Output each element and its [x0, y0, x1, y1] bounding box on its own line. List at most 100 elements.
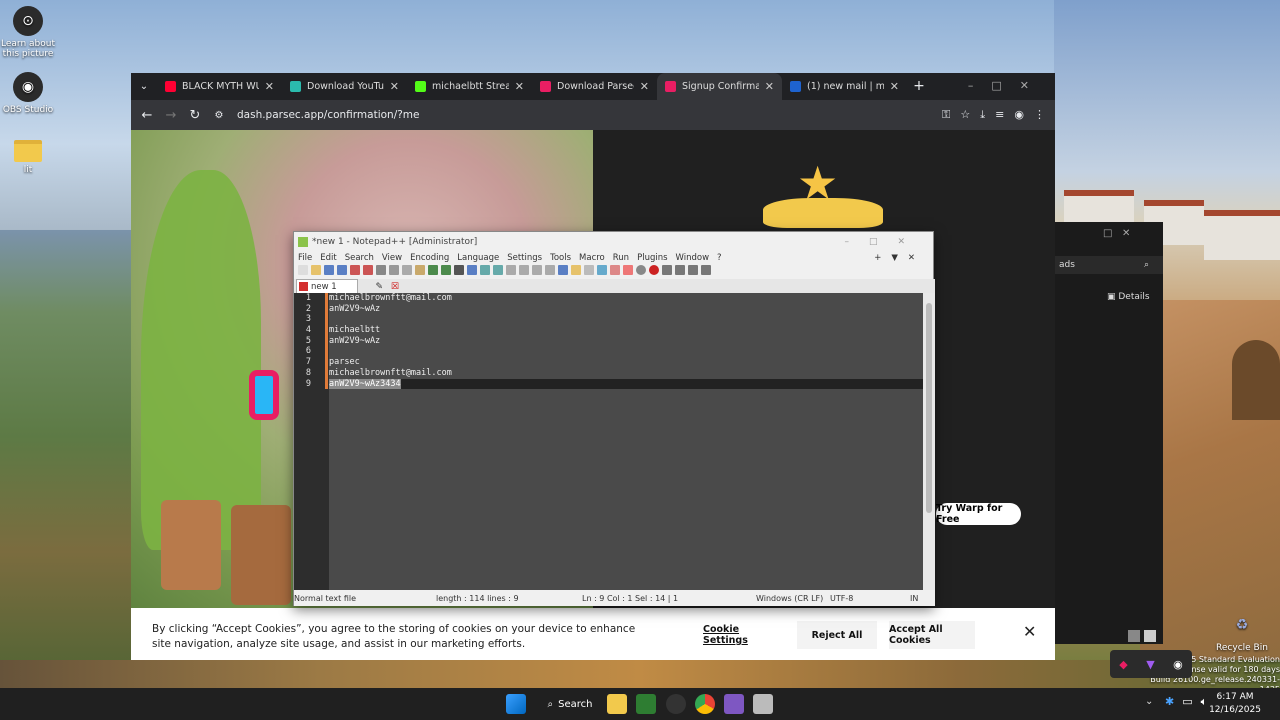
desktop-icon-learn-picture[interactable]: ⊙ Learn about this picture	[0, 6, 56, 59]
chevron-up-icon[interactable]: ⌄	[1145, 696, 1153, 707]
replace-icon[interactable]	[467, 265, 477, 275]
close-tab-icon[interactable]: ✕	[265, 80, 274, 93]
warp-tray-icon[interactable]: ▼	[1146, 658, 1154, 671]
menu-encoding[interactable]: Encoding	[410, 253, 449, 263]
menu-search[interactable]: Search	[345, 253, 374, 263]
menu-extra-controls[interactable]: +▼✕	[874, 253, 925, 263]
editor-area[interactable]: 1 2 3 4 5 6 7 8 9 michaelbrownftt@mail.c…	[294, 293, 923, 590]
tab-new-1[interactable]: new 1 ✎ ☒	[296, 279, 399, 293]
clock[interactable]: 6:17 AM 12/16/2025	[1200, 691, 1270, 717]
parsec-tray-icon[interactable]: ◆	[1119, 658, 1127, 671]
window-icon[interactable]	[1128, 630, 1140, 642]
close-tab-icon[interactable]: ✕	[890, 80, 899, 93]
code-text[interactable]: michaelbrownftt@mail.com anW2V9~wAz mich…	[329, 293, 923, 590]
password-icon[interactable]: ⚿	[942, 108, 950, 122]
menu-help[interactable]: ?	[717, 253, 722, 263]
menu-icon[interactable]: ⋮	[1034, 108, 1045, 122]
obs-taskbar-icon[interactable]	[666, 694, 686, 714]
udl-icon[interactable]	[571, 265, 581, 275]
function-list-icon[interactable]	[597, 265, 607, 275]
cut-icon[interactable]	[389, 265, 399, 275]
forward-icon[interactable]: →	[159, 108, 183, 123]
back-icon[interactable]: ←	[135, 108, 159, 123]
cookie-settings-button[interactable]: Cookie Settings	[703, 621, 783, 649]
menu-file[interactable]: File	[298, 253, 312, 263]
tab-mail[interactable]: (1) new mail | mail.co✕	[782, 73, 907, 100]
window-controls[interactable]: –□✕	[844, 237, 925, 247]
app-taskbar-icon[interactable]	[753, 694, 773, 714]
sync-v-icon[interactable]	[506, 265, 516, 275]
chrome-icon[interactable]	[695, 694, 715, 714]
close-tab-icon[interactable]: ☒	[391, 282, 399, 292]
window-controls[interactable]: –□✕	[968, 79, 1047, 92]
new-file-icon[interactable]	[298, 265, 308, 275]
scrollbar-thumb[interactable]	[926, 303, 932, 513]
macro-play-icon[interactable]	[675, 265, 685, 275]
undo-icon[interactable]	[428, 265, 438, 275]
close-tab-icon[interactable]: ✕	[640, 80, 649, 93]
reject-all-button[interactable]: Reject All	[797, 621, 877, 649]
warp-icon[interactable]	[724, 694, 744, 714]
tab-download-youtube[interactable]: Download YouTube V✕	[282, 73, 407, 100]
redo-icon[interactable]	[441, 265, 451, 275]
tab-search-icon[interactable]: ⌄	[131, 73, 157, 100]
open-file-icon[interactable]	[311, 265, 321, 275]
bookmark-star-icon[interactable]: ☆	[960, 108, 970, 122]
macro-run-icon[interactable]	[688, 265, 698, 275]
site-info-icon[interactable]: ⚙	[207, 110, 231, 121]
menu-tools[interactable]: Tools	[550, 253, 571, 263]
indent-guide-icon[interactable]	[558, 265, 568, 275]
menu-macro[interactable]: Macro	[579, 253, 605, 263]
download-icon[interactable]: ⤓	[980, 108, 985, 122]
zoom-out-icon[interactable]	[493, 265, 503, 275]
obs-tray-icon[interactable]: ◉	[1173, 658, 1183, 671]
menu-settings[interactable]: Settings	[507, 253, 542, 263]
try-warp-button[interactable]: Try Warp for Free	[936, 503, 1021, 525]
macro-stop-icon[interactable]	[662, 265, 672, 275]
desktop-icon-recycle-bin[interactable]: ♻ Recycle Bin	[1214, 610, 1270, 653]
close-file-icon[interactable]	[350, 265, 360, 275]
find-icon[interactable]	[454, 265, 464, 275]
vertical-scrollbar[interactable]	[923, 293, 935, 590]
menu-plugins[interactable]: Plugins	[637, 253, 667, 263]
url-field[interactable]: dash.parsec.app/confirmation/?me	[237, 109, 420, 121]
save-all-icon[interactable]	[337, 265, 347, 275]
notepadpp-taskbar-icon[interactable]	[636, 694, 656, 714]
file-explorer-icon[interactable]	[607, 694, 627, 714]
new-tab-button[interactable]: +	[907, 73, 931, 100]
media-icon[interactable]: ≡	[995, 108, 1004, 122]
desktop-icon-obs[interactable]: ◉ OBS Studio	[0, 72, 56, 115]
close-all-icon[interactable]	[363, 265, 373, 275]
doc-map-icon[interactable]	[584, 265, 594, 275]
profile-icon[interactable]: ◉	[1014, 108, 1024, 122]
tab-kick-stream[interactable]: michaelbtt Stream - W✕	[407, 73, 532, 100]
tab-black-myth[interactable]: BLACK MYTH WUKONG✕	[157, 73, 282, 100]
sync-h-icon[interactable]	[519, 265, 529, 275]
record-icon[interactable]	[636, 265, 646, 275]
menu-language[interactable]: Language	[457, 253, 499, 263]
copy-icon[interactable]	[402, 265, 412, 275]
menu-window[interactable]: Window	[676, 253, 710, 263]
show-all-chars-icon[interactable]	[545, 265, 555, 275]
save-icon[interactable]	[324, 265, 334, 275]
macro-record-icon[interactable]	[649, 265, 659, 275]
pin-icon[interactable]: ✎	[375, 282, 383, 292]
menu-run[interactable]: Run	[613, 253, 629, 263]
side-search-box[interactable]: ads ⌕	[1055, 256, 1163, 274]
taskbar-search[interactable]: ⌕ Search	[540, 693, 600, 715]
tab-signup-confirmation[interactable]: Signup Confirmation |✕	[657, 73, 782, 100]
close-tab-icon[interactable]: ✕	[390, 80, 399, 93]
desktop-icon-folder[interactable]: lit	[0, 140, 56, 175]
accept-all-button[interactable]: Accept All Cookies	[889, 621, 975, 649]
reload-icon[interactable]: ↻	[183, 108, 207, 123]
paste-icon[interactable]	[415, 265, 425, 275]
window-icon[interactable]	[1144, 630, 1156, 642]
details-button[interactable]: ▣ Details	[1107, 292, 1150, 302]
menu-edit[interactable]: Edit	[320, 253, 336, 263]
zoom-in-icon[interactable]	[480, 265, 490, 275]
network-icon[interactable]: ▭	[1182, 695, 1192, 709]
menu-view[interactable]: View	[382, 253, 402, 263]
macro-save-icon[interactable]	[701, 265, 711, 275]
close-tab-icon[interactable]: ✕	[765, 80, 774, 93]
bluetooth-icon[interactable]: ✱	[1165, 695, 1174, 709]
